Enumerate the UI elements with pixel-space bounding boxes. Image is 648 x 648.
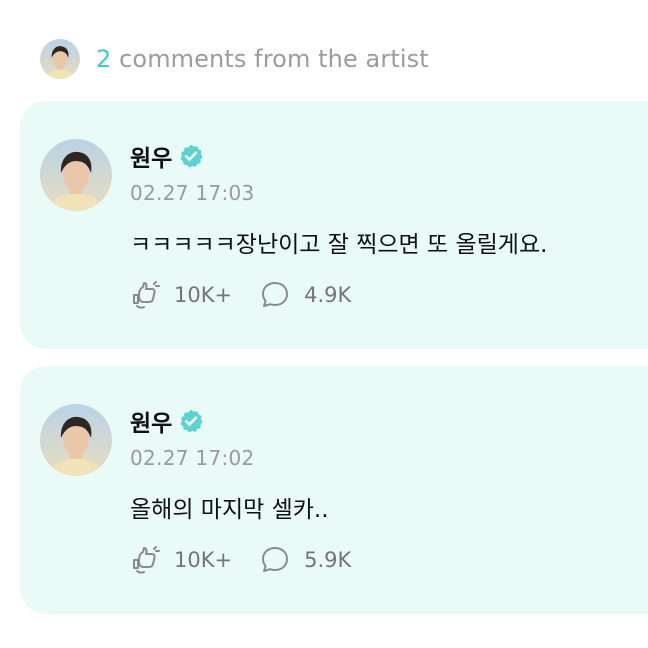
reply-count: 4.9K xyxy=(304,283,352,307)
avatar-image xyxy=(40,404,112,476)
verified-check-icon xyxy=(178,408,204,434)
comment-actions: 10K+ 5.9K xyxy=(128,542,377,578)
author-avatar[interactable] xyxy=(40,404,112,476)
like-hand-icon xyxy=(128,543,162,577)
comment-timestamp: 02.27 17:03 xyxy=(130,181,255,205)
comments-header-text: 2 comments from the artist xyxy=(96,45,429,73)
speech-bubble-icon xyxy=(258,543,292,577)
artist-avatar-small[interactable] xyxy=(40,39,80,79)
author-name[interactable]: 원우 xyxy=(130,139,172,173)
like-button[interactable]: 10K+ xyxy=(128,543,232,577)
like-button[interactable]: 10K+ xyxy=(128,278,232,312)
comment-text: 올해의 마지막 셀카.. xyxy=(130,497,329,523)
comment-card[interactable]: 원우 02.27 17:03 ㅋㅋㅋㅋㅋ장난이고 잘 찍으면 또 올릴게요. 1… xyxy=(20,101,648,349)
reply-count: 5.9K xyxy=(304,548,352,572)
verified-check-icon xyxy=(178,143,204,169)
comment-card[interactable]: 원우 02.27 17:02 올해의 마지막 셀카.. 10K+ 5.9K xyxy=(20,366,648,614)
comment-timestamp: 02.27 17:02 xyxy=(130,446,255,470)
author-name[interactable]: 원우 xyxy=(130,404,172,438)
comments-header-label: comments from the artist xyxy=(119,45,429,73)
reply-button[interactable]: 4.9K xyxy=(258,278,351,312)
like-count: 10K+ xyxy=(174,548,233,572)
avatar-image xyxy=(40,139,112,211)
reply-button[interactable]: 5.9K xyxy=(258,543,351,577)
comments-header: 2 comments from the artist xyxy=(40,39,429,79)
comment-count: 2 xyxy=(96,45,112,73)
speech-bubble-icon xyxy=(258,278,292,312)
comment-text: ㅋㅋㅋㅋㅋ장난이고 잘 찍으면 또 올릴게요. xyxy=(130,232,548,258)
like-count: 10K+ xyxy=(174,283,233,307)
author-avatar[interactable] xyxy=(40,139,112,211)
comment-actions: 10K+ 4.9K xyxy=(128,277,377,313)
like-hand-icon xyxy=(128,278,162,312)
avatar-image xyxy=(40,39,80,79)
author-row: 원우 xyxy=(130,139,204,173)
author-row: 원우 xyxy=(130,404,204,438)
